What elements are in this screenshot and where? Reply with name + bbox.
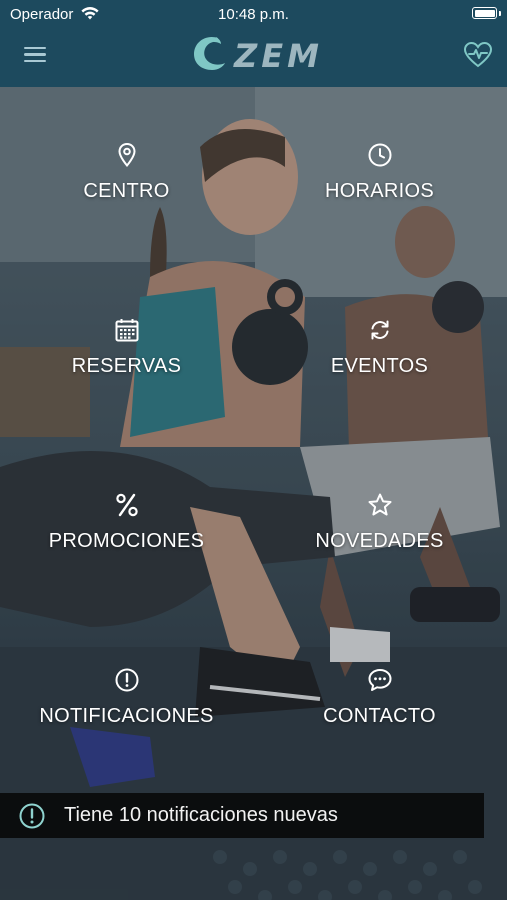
clock-icon (368, 143, 391, 167)
chat-bubble-icon (368, 669, 391, 691)
brand-logo: ZEM (188, 32, 320, 76)
hamburger-menu-button[interactable] (22, 43, 48, 67)
battery-icon (472, 7, 497, 19)
menu-item-notificaciones[interactable]: NOTIFICACIONES (0, 612, 253, 787)
menu-item-eventos[interactable]: EVENTOS (253, 262, 506, 437)
hamburger-icon-line (24, 47, 46, 50)
menu-item-label: RESERVAS (71, 355, 182, 377)
notification-text: Tiene 10 notificaciones nuevas (64, 804, 338, 826)
calendar-icon (115, 319, 138, 342)
location-pin-icon (117, 142, 136, 168)
battery-tip (499, 11, 501, 16)
menu-item-horarios[interactable]: HORARIOS (253, 87, 506, 262)
menu-item-label: CENTRO (83, 180, 170, 202)
star-icon (368, 493, 391, 516)
menu-item-label: HORARIOS (324, 180, 435, 202)
menu-item-label: NOTIFICACIONES (39, 705, 214, 727)
hamburger-icon-line (24, 53, 46, 56)
menu-item-label: EVENTOS (330, 355, 429, 377)
menu-item-reservas[interactable]: RESERVAS (0, 262, 253, 437)
menu-item-label: NOVEDADES (315, 530, 444, 552)
menu-item-promociones[interactable]: PROMOCIONES (0, 437, 253, 612)
refresh-icon (371, 320, 388, 340)
app-header: Operador 10:48 p.m. ZEM (0, 0, 507, 87)
alert-circle-icon (115, 668, 138, 692)
heart-pulse-icon[interactable] (463, 40, 493, 70)
percent-icon (115, 493, 138, 517)
menu-item-label: CONTACTO (323, 705, 436, 727)
brand-name: ZEM (234, 37, 323, 75)
menu-item-label: PROMOCIONES (48, 530, 205, 552)
menu-item-contacto[interactable]: CONTACTO (253, 612, 506, 787)
alert-circle-icon (19, 803, 45, 828)
status-time: 10:48 p.m. (218, 6, 289, 23)
notification-banner[interactable]: Tiene 10 notificaciones nuevas (0, 793, 484, 838)
menu-item-centro[interactable]: CENTRO (0, 87, 253, 262)
wave-logo-icon (194, 36, 225, 70)
status-bar: Operador 10:48 p.m. (0, 0, 507, 28)
hamburger-icon-line (24, 59, 46, 63)
menu-item-novedades[interactable]: NOVEDADES (253, 437, 506, 612)
